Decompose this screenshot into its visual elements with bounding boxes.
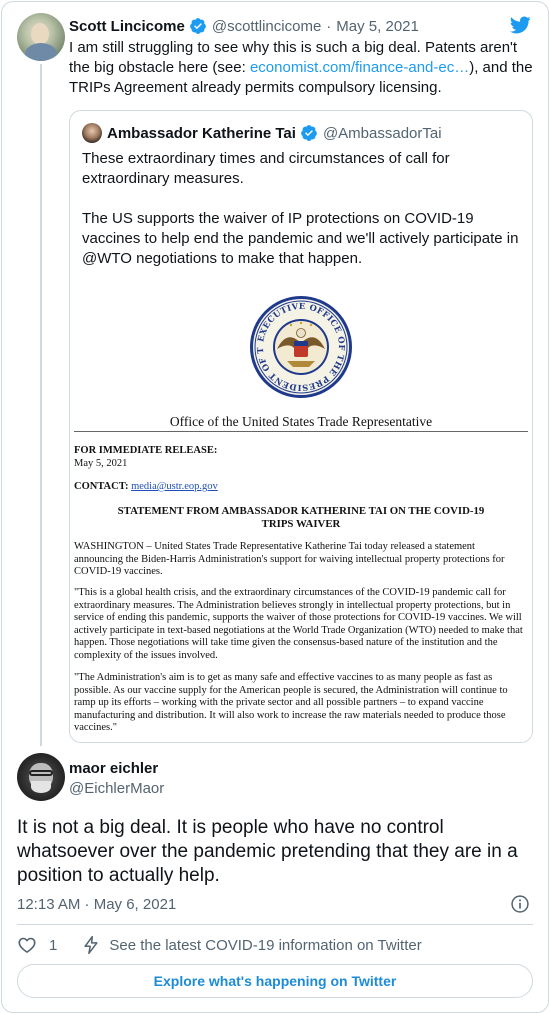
statement-para-2: "This is a global health crisis, and the… bbox=[74, 587, 523, 661]
tweet-date[interactable]: May 5, 2021 bbox=[336, 18, 419, 35]
contact-email: media@ustr.eop.gov bbox=[131, 481, 218, 492]
explore-twitter-button[interactable]: Explore what's happening on Twitter bbox=[17, 964, 533, 998]
quoted-tweet-text: These extraordinary times and circumstan… bbox=[82, 149, 522, 289]
reply-author-name[interactable]: maor eichler bbox=[69, 760, 158, 777]
like-count[interactable]: 1 bbox=[49, 937, 57, 954]
quoted-author-name: Ambassador Katherine Tai bbox=[107, 124, 296, 142]
contact-line: CONTACT: media@ustr.eop.gov bbox=[74, 481, 526, 494]
action-divider bbox=[17, 924, 533, 925]
verified-badge-icon bbox=[301, 125, 317, 141]
info-icon[interactable] bbox=[510, 894, 530, 914]
tweet-header: Scott Lincicome @scottlincicome · May 5,… bbox=[69, 16, 419, 36]
contact-label: CONTACT: bbox=[74, 481, 129, 492]
maor-eichler-avatar[interactable] bbox=[17, 753, 65, 801]
title-rule bbox=[74, 431, 528, 432]
quoted-author-handle: @AmbassadorTai bbox=[322, 124, 442, 142]
separator-dot: · bbox=[326, 17, 332, 35]
statement-para-1: WASHINGTON – United States Trade Represe… bbox=[74, 541, 505, 577]
reply-timestamp[interactable]: 12:13 AM · May 6, 2021 bbox=[17, 896, 176, 913]
author-name[interactable]: Scott Lincicome bbox=[69, 18, 185, 35]
covid-info-link[interactable]: See the latest COVID-19 information on T… bbox=[109, 937, 421, 954]
quoted-tweet[interactable]: Ambassador Katherine Tai @AmbassadorTai … bbox=[69, 110, 533, 743]
reply-author-handle[interactable]: @EichlerMaor bbox=[69, 780, 164, 797]
scott-lincicome-avatar[interactable] bbox=[17, 13, 65, 61]
statement-headline: STATEMENT FROM AMBASSADOR KATHERINE TAI … bbox=[117, 505, 485, 530]
avatar-beard bbox=[31, 781, 51, 793]
twitter-bird-icon[interactable] bbox=[508, 14, 532, 36]
quoted-paragraph-1: These extraordinary times and circumstan… bbox=[82, 150, 450, 187]
action-bar: 1 See the latest COVID-19 information on… bbox=[17, 934, 422, 956]
quoted-tweet-header: Ambassador Katherine Tai @AmbassadorTai bbox=[82, 123, 442, 143]
lightning-bolt-icon bbox=[84, 935, 98, 955]
avatar-face bbox=[31, 23, 49, 45]
tweet-text: I am still struggling to see why this is… bbox=[69, 38, 537, 98]
reply-text: It is not a big deal. It is people who h… bbox=[17, 817, 518, 886]
thread-connector-line bbox=[40, 64, 42, 746]
avatar-glasses bbox=[29, 770, 53, 776]
press-release-image[interactable]: EXECUTIVE OFFICE OF THE PRESIDENT OF THE… bbox=[70, 285, 532, 742]
heart-icon[interactable] bbox=[17, 935, 37, 955]
release-date: May 5, 2021 bbox=[74, 458, 128, 469]
author-handle[interactable]: @scottlincicome bbox=[212, 18, 321, 35]
quoted-paragraph-2: The US supports the waiver of IP protect… bbox=[82, 210, 519, 267]
ustr-seal: EXECUTIVE OFFICE OF THE PRESIDENT OF THE… bbox=[249, 295, 352, 398]
verified-badge-icon bbox=[189, 18, 206, 34]
katherine-tai-avatar bbox=[82, 123, 102, 143]
office-title: Office of the United States Trade Repres… bbox=[169, 414, 433, 429]
economist-link[interactable]: economist.com/finance-and-ec… bbox=[250, 59, 469, 76]
release-label: FOR IMMEDIATE RELEASE: bbox=[74, 445, 218, 456]
avatar-shirt bbox=[25, 43, 57, 61]
statement-para-3: "The Administration's aim is to get as m… bbox=[74, 672, 508, 733]
